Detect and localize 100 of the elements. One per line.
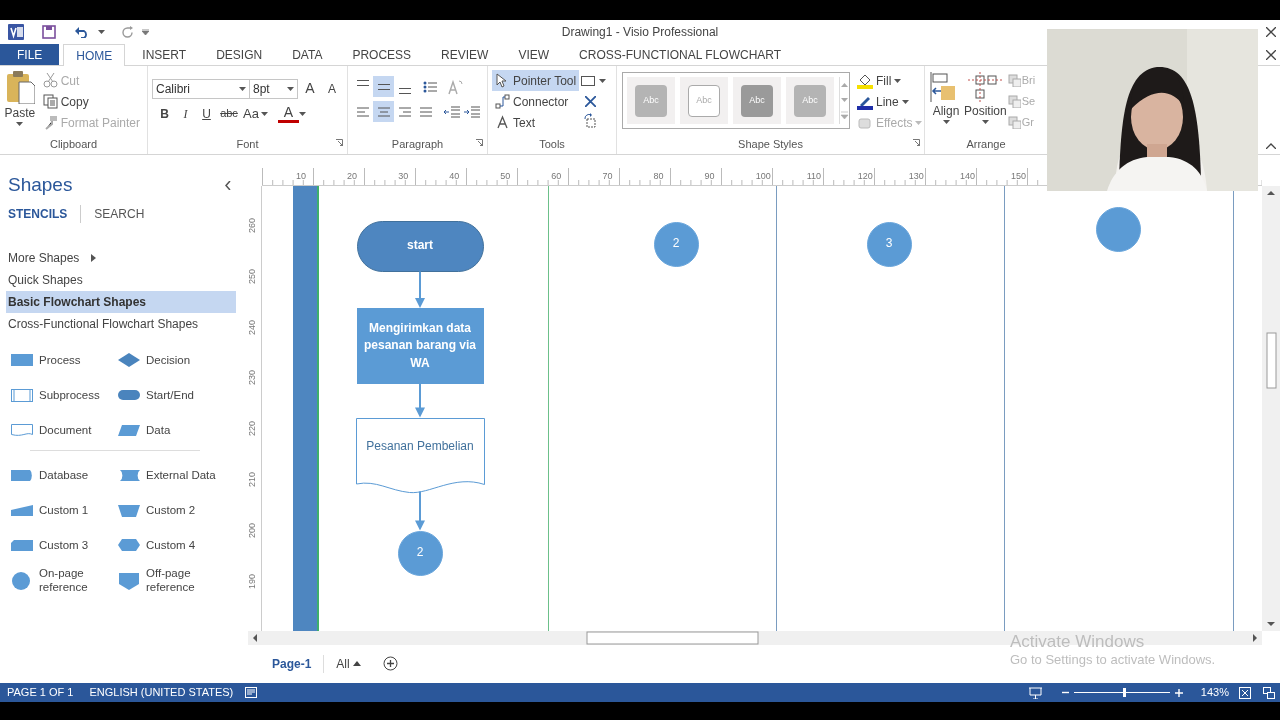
font-size-field[interactable]: 8pt bbox=[250, 78, 298, 99]
collapse-panel-icon[interactable] bbox=[225, 181, 231, 190]
ribbon-tab[interactable]: PROCESS bbox=[339, 44, 425, 65]
vertical-scrollbar[interactable] bbox=[1262, 186, 1280, 631]
tool-button[interactable]: Text bbox=[492, 112, 580, 133]
ribbon-tab[interactable]: REVIEW bbox=[428, 44, 502, 65]
file-tab[interactable]: FILE bbox=[0, 44, 60, 65]
stencil-shape[interactable]: Start/End bbox=[117, 378, 227, 413]
stencil-shape[interactable]: Document bbox=[10, 413, 117, 448]
bullets-icon[interactable] bbox=[423, 80, 437, 93]
presentation-icon[interactable] bbox=[1028, 686, 1042, 699]
connector-arrow[interactable] bbox=[415, 490, 425, 531]
rectangle-icon[interactable] bbox=[581, 75, 596, 86]
tool-button[interactable]: Connector bbox=[492, 91, 580, 112]
stencil-shape[interactable]: Process bbox=[10, 343, 117, 378]
horizontal-scrollbar[interactable] bbox=[248, 631, 1262, 645]
align-middle-button[interactable] bbox=[373, 76, 394, 97]
fit-page-icon[interactable] bbox=[1239, 686, 1251, 699]
caret-icon[interactable] bbox=[299, 111, 306, 116]
fill-button[interactable]: Fill bbox=[854, 70, 926, 91]
ribbon-tab[interactable]: HOME bbox=[63, 44, 126, 66]
stencil-item[interactable]: Quick Shapes bbox=[6, 269, 236, 291]
underline-button[interactable]: U bbox=[196, 103, 217, 124]
position-button[interactable]: Position bbox=[964, 70, 1007, 136]
text-lines-icon bbox=[355, 105, 370, 118]
connector-arrow[interactable] bbox=[415, 270, 425, 308]
stencil-shape[interactable]: Subprocess bbox=[10, 378, 117, 413]
connector-arrow[interactable] bbox=[415, 383, 425, 418]
page-tab[interactable]: Page-1 bbox=[260, 654, 324, 673]
close-ribbon-icon[interactable] bbox=[1266, 50, 1276, 60]
stencil-shape[interactable]: Data bbox=[117, 413, 227, 448]
add-page-icon[interactable] bbox=[382, 656, 398, 671]
page-tab[interactable]: All bbox=[323, 654, 373, 673]
caret-icon[interactable] bbox=[98, 30, 105, 34]
dialog-launcher-icon[interactable] bbox=[476, 139, 483, 146]
font-color-button[interactable]: A bbox=[278, 104, 299, 123]
switch-windows-icon[interactable] bbox=[1263, 686, 1275, 699]
ruler-label: 250 bbox=[248, 269, 258, 284]
stencil-shape[interactable]: Custom 4 bbox=[117, 528, 227, 563]
stencil-shape[interactable]: Custom 3 bbox=[10, 528, 117, 563]
zoom-level[interactable]: 143% bbox=[1200, 684, 1229, 701]
caret-icon[interactable] bbox=[261, 111, 268, 116]
zoom-out-icon[interactable] bbox=[1061, 689, 1069, 696]
rotate-icon[interactable] bbox=[583, 113, 599, 128]
panel-tab[interactable]: STENCILS bbox=[8, 205, 68, 223]
visio-logo-icon[interactable] bbox=[8, 24, 24, 40]
redo-icon[interactable] bbox=[121, 25, 134, 39]
dialog-launcher-icon[interactable] bbox=[336, 139, 343, 146]
activation-title: Activate Windows bbox=[1010, 631, 1146, 653]
caret-icon[interactable] bbox=[894, 78, 902, 83]
stencil-item[interactable]: More Shapes bbox=[6, 247, 236, 269]
panel-tab[interactable]: SEARCH bbox=[80, 205, 145, 223]
ribbon-tab[interactable]: VIEW bbox=[505, 44, 563, 65]
align-button[interactable]: Align bbox=[929, 70, 963, 136]
stack-icon bbox=[1007, 74, 1021, 87]
macro-icon[interactable] bbox=[245, 687, 258, 698]
dialog-launcher-icon[interactable] bbox=[913, 139, 920, 146]
zoom-in-icon[interactable] bbox=[1174, 688, 1183, 697]
strike-button[interactable]: abc bbox=[217, 103, 241, 124]
ribbon-tab[interactable]: CROSS-FUNCTIONAL FLOWCHART bbox=[566, 44, 795, 65]
stencil-shape[interactable]: Database bbox=[10, 458, 117, 493]
tool-button[interactable]: Pointer Tool bbox=[492, 70, 580, 91]
caret-icon[interactable] bbox=[287, 86, 294, 91]
stencil-shape[interactable]: Decision bbox=[117, 343, 227, 378]
stencil-shape[interactable]: External Data bbox=[117, 458, 227, 493]
bold-button[interactable]: B bbox=[154, 103, 175, 124]
stencil-shape[interactable]: Custom 1 bbox=[10, 493, 117, 528]
text-tool-icon bbox=[495, 115, 510, 130]
close-icon[interactable] bbox=[1266, 27, 1276, 37]
caret-icon[interactable] bbox=[16, 122, 24, 126]
stencil-shape[interactable]: On-page reference bbox=[10, 563, 117, 598]
ruler-label: 220 bbox=[248, 422, 258, 437]
case-button[interactable]: Aa bbox=[241, 103, 261, 124]
caret-icon[interactable] bbox=[901, 99, 909, 104]
italic-button[interactable]: I bbox=[175, 103, 196, 124]
shrink-font-button[interactable]: A bbox=[322, 78, 342, 99]
line-button[interactable]: Line bbox=[854, 91, 926, 112]
font-name-field[interactable]: Calibri bbox=[152, 78, 250, 99]
customize-caret-icon[interactable] bbox=[142, 29, 149, 35]
caret-icon[interactable] bbox=[942, 120, 950, 124]
stencil-item[interactable]: Cross-Functional Flowchart Shapes bbox=[6, 313, 236, 335]
ribbon-tab[interactable]: DATA bbox=[279, 44, 336, 65]
stencil-shape[interactable]: Custom 2 bbox=[117, 493, 227, 528]
terminal-node[interactable]: start bbox=[356, 220, 484, 272]
ribbon-tab[interactable]: DESIGN bbox=[203, 44, 276, 65]
document-node[interactable]: Pesanan Pembelian bbox=[355, 417, 485, 495]
caret-icon[interactable] bbox=[981, 120, 989, 124]
stencil-shape[interactable]: Off-page reference bbox=[117, 563, 227, 598]
ribbon-tab[interactable]: INSERT bbox=[129, 44, 200, 65]
caret-icon[interactable] bbox=[239, 86, 246, 91]
collapse-ribbon-icon[interactable] bbox=[1266, 143, 1276, 149]
caret-icon[interactable] bbox=[599, 78, 607, 83]
ribbon-button[interactable]: Copy bbox=[39, 91, 143, 112]
delete-icon[interactable] bbox=[585, 96, 597, 107]
save-icon[interactable] bbox=[42, 25, 56, 39]
grow-font-button[interactable]: A bbox=[300, 78, 320, 99]
stencil-item[interactable]: Basic Flowchart Shapes bbox=[6, 291, 236, 313]
undo-icon[interactable] bbox=[74, 26, 90, 38]
zoom-slider-thumb[interactable] bbox=[1123, 688, 1127, 697]
paste-button[interactable]: Paste bbox=[4, 70, 36, 136]
